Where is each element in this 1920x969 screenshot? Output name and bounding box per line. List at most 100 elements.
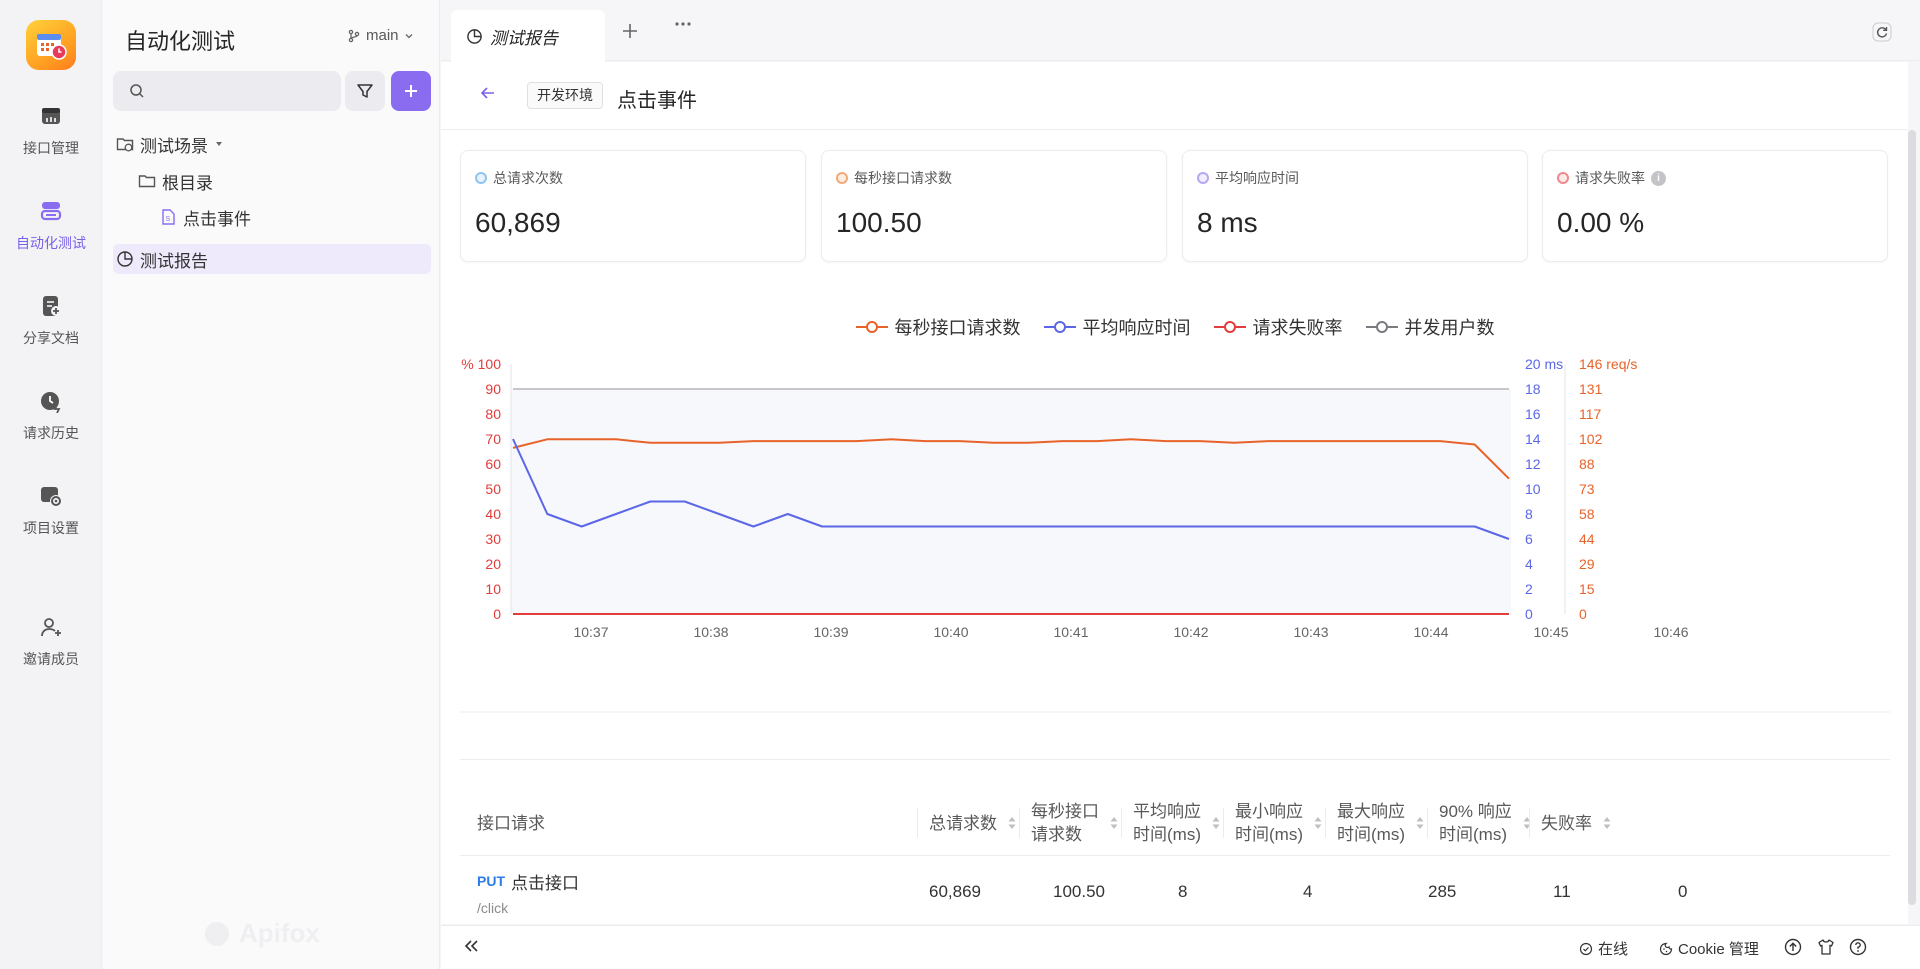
cell-max: 285 bbox=[1428, 882, 1457, 901]
y-right2-tick-label: 58 bbox=[1579, 506, 1595, 522]
column-header[interactable]: 平均响应 时间(ms) bbox=[1133, 790, 1221, 856]
legend-label: 请求失败率 bbox=[1252, 318, 1343, 338]
arrow-left-icon bbox=[480, 87, 494, 99]
back-button[interactable] bbox=[477, 82, 499, 109]
refresh-button[interactable] bbox=[1868, 18, 1896, 46]
legend-dot bbox=[1557, 172, 1569, 184]
sort-icon[interactable] bbox=[1109, 816, 1119, 830]
stat-value: 8 ms bbox=[1197, 207, 1258, 238]
scenario-file-icon: S bbox=[162, 209, 175, 225]
sort-icon[interactable] bbox=[1602, 816, 1612, 830]
stat-card-failure-rate: 请求失败率 i 0.00 % bbox=[1542, 150, 1888, 262]
column-header[interactable]: 最大响应 时间(ms) bbox=[1337, 790, 1425, 856]
column-header-label: 最小响应 时间(ms) bbox=[1235, 802, 1303, 844]
x-tick-label: 10:40 bbox=[933, 624, 968, 640]
legend-dot bbox=[836, 172, 848, 184]
column-header-label: 失败率 bbox=[1541, 813, 1592, 833]
rail-item-api[interactable]: 接口管理 bbox=[0, 103, 102, 179]
plus-icon bbox=[405, 85, 417, 97]
api-name[interactable]: 点击接口 bbox=[511, 869, 579, 894]
x-tick-label: 10:46 bbox=[1653, 624, 1688, 640]
column-header-label: 平均响应 时间(ms) bbox=[1133, 802, 1201, 844]
column-divider bbox=[1121, 808, 1122, 838]
search-input[interactable] bbox=[153, 83, 333, 99]
cell-api: PUT 点击接口 /click bbox=[477, 857, 579, 927]
cookie-icon bbox=[1659, 942, 1673, 955]
cell-p90: 11 bbox=[1553, 882, 1571, 901]
x-tick-label: 10:39 bbox=[813, 624, 848, 640]
branch-selector[interactable]: main bbox=[347, 27, 414, 44]
info-icon[interactable]: i bbox=[1651, 170, 1666, 186]
chart-legend: 每秒接口请求数 平均响应时间 请求失败率 并发用户数 bbox=[441, 314, 1908, 340]
stat-value: 100.50 bbox=[836, 207, 922, 238]
legend-item-rps[interactable]: 每秒接口请求数 bbox=[855, 314, 1021, 340]
tree-label: 测试场景 bbox=[140, 136, 208, 156]
rail-item-invite[interactable]: 邀请成员 bbox=[0, 614, 102, 690]
column-divider bbox=[1529, 808, 1530, 838]
y-right2-tick-label: 73 bbox=[1579, 481, 1595, 497]
column-header[interactable]: 90% 响应 时间(ms) bbox=[1439, 790, 1532, 856]
x-tick-label: 10:42 bbox=[1173, 624, 1208, 640]
legend-item-failure-rate[interactable]: 请求失败率 bbox=[1213, 314, 1343, 340]
app-logo[interactable] bbox=[26, 20, 76, 70]
collapse-sidebar-button[interactable] bbox=[461, 936, 481, 962]
filter-icon bbox=[357, 84, 373, 98]
y-right2-tick-label: 131 bbox=[1579, 381, 1603, 397]
sort-icon[interactable] bbox=[1007, 816, 1017, 830]
new-tab-button[interactable] bbox=[621, 18, 639, 44]
cell-min: 4 bbox=[1303, 882, 1313, 901]
environment-tag: 开发环境 bbox=[527, 82, 603, 109]
cookie-manager[interactable]: Cookie 管理 bbox=[1659, 938, 1759, 959]
scrollbar[interactable] bbox=[1908, 130, 1916, 905]
calendar-clock-icon bbox=[37, 34, 67, 60]
rail-item-share[interactable]: 分享文档 bbox=[0, 293, 102, 369]
rail-item-automation[interactable]: 自动化测试 bbox=[0, 198, 102, 274]
table-row[interactable]: PUT 点击接口 /click 60,869 100.50 8 4 285 11… bbox=[460, 857, 1890, 927]
stat-value: 0.00 % bbox=[1557, 207, 1645, 238]
column-divider bbox=[1223, 808, 1224, 838]
search-box[interactable] bbox=[113, 71, 341, 111]
sort-icon[interactable] bbox=[1522, 816, 1532, 830]
legend-item-avg-response[interactable]: 平均响应时间 bbox=[1043, 314, 1191, 340]
plus-icon bbox=[623, 24, 637, 38]
tab-report[interactable]: 测试报告 bbox=[451, 10, 605, 62]
column-header[interactable]: 每秒接口 请求数 bbox=[1031, 790, 1119, 856]
tree-item-report[interactable]: 测试报告 bbox=[113, 244, 431, 274]
column-header[interactable]: 最小响应 时间(ms) bbox=[1235, 790, 1323, 856]
api-stats-table: 接口请求 总请求数 每秒接口 请求数 平均响应 时间(ms) 最小响应 时间(ms) 最大… bbox=[460, 759, 1890, 916]
stat-label: 平均响应时间 bbox=[1215, 170, 1299, 186]
x-tick-label: 10:37 bbox=[573, 624, 608, 640]
x-tick-label: 10:41 bbox=[1053, 624, 1088, 640]
legend-marker bbox=[1213, 321, 1246, 333]
help-button[interactable] bbox=[1848, 937, 1868, 962]
stat-value: 60,869 bbox=[475, 207, 561, 238]
column-header: 接口请求 bbox=[477, 790, 545, 856]
rail-item-settings[interactable]: 项目设置 bbox=[0, 483, 102, 559]
column-header[interactable]: 失败率 bbox=[1541, 790, 1612, 856]
check-circle-icon bbox=[1579, 942, 1593, 955]
column-header[interactable]: 总请求数 bbox=[929, 790, 1017, 856]
tree-item-root[interactable]: 根目录 bbox=[138, 166, 213, 196]
sort-icon[interactable] bbox=[1211, 816, 1221, 830]
legend-item-concurrent-users[interactable]: 并发用户数 bbox=[1365, 314, 1495, 340]
y-right-tick-label: 6 bbox=[1525, 531, 1533, 547]
column-divider bbox=[1427, 808, 1428, 838]
filter-button[interactable] bbox=[345, 71, 385, 111]
rail-item-history[interactable]: 请求历史 bbox=[0, 388, 102, 464]
rail-label: 请求历史 bbox=[23, 425, 79, 441]
theme-button[interactable] bbox=[1816, 937, 1836, 962]
online-status[interactable]: 在线 bbox=[1579, 938, 1628, 959]
report-content: 开发环境 点击事件 总请求次数 60,869 每秒接口请求数 100.50 平均… bbox=[441, 62, 1908, 924]
y-right-tick-label: 8 bbox=[1525, 506, 1533, 522]
sort-icon[interactable] bbox=[1415, 816, 1425, 830]
sort-icon[interactable] bbox=[1313, 816, 1323, 830]
tree-item-scenarios[interactable]: 测试场景 bbox=[116, 129, 224, 159]
more-tabs-button[interactable] bbox=[673, 14, 693, 40]
tree-item-click-event[interactable]: S 点击事件 bbox=[159, 202, 251, 232]
table-header: 接口请求 总请求数 每秒接口 请求数 平均响应 时间(ms) 最小响应 时间(ms) 最大… bbox=[460, 790, 1890, 856]
add-button[interactable] bbox=[391, 71, 431, 111]
column-header-label: 总请求数 bbox=[929, 813, 997, 833]
upload-button[interactable] bbox=[1783, 937, 1803, 962]
y-tick-label: 80 bbox=[485, 406, 501, 422]
legend-label: 平均响应时间 bbox=[1082, 318, 1191, 338]
